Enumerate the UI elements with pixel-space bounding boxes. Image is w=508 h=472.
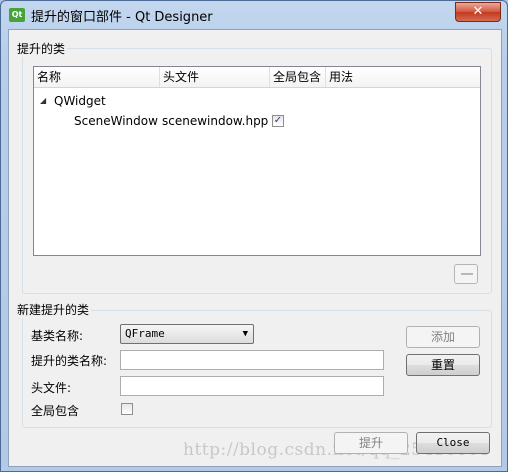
header-file-input[interactable] [120, 376, 384, 396]
tree-item-name: QWidget [54, 94, 106, 108]
column-header-header-file[interactable]: 头文件 [160, 67, 270, 87]
qt-designer-icon: Qt [9, 8, 25, 22]
promote-button[interactable]: 提升 [334, 432, 408, 454]
promoted-class-name-input[interactable] [120, 350, 384, 370]
window-title: 提升的窗口部件 - Qt Designer [31, 10, 213, 25]
base-class-value: QFrame [125, 327, 165, 340]
base-class-label: 基类名称: [31, 329, 84, 343]
global-include-checkbox[interactable]: ✓ [272, 115, 284, 127]
close-button[interactable]: Close [416, 432, 490, 454]
header-file-label: 头文件: [31, 381, 72, 395]
base-class-combobox[interactable]: QFrame ▼ [120, 324, 254, 344]
remove-promoted-class-button[interactable] [454, 264, 478, 284]
column-header-global-include[interactable]: 全局包含 [270, 67, 326, 87]
expand-arrow-icon[interactable]: ◢ [40, 91, 46, 111]
tree-item-name: SceneWindow [74, 114, 158, 128]
promoted-classes-group-title: 提升的类 [15, 40, 68, 57]
promoted-class-name-label: 提升的类名称: [31, 354, 108, 368]
global-include-new-checkbox[interactable] [121, 403, 133, 415]
promoted-classes-tree[interactable]: 名称 头文件 全局包含 用法 ◢ QWidget SceneWindow sce… [33, 66, 481, 256]
tree-row-qwidget[interactable]: ◢ QWidget [34, 91, 480, 111]
add-button[interactable]: 添加 [406, 326, 480, 348]
new-promoted-class-group-title: 新建提升的类 [15, 301, 92, 318]
column-header-usage[interactable]: 用法 [326, 67, 480, 87]
minus-icon [461, 273, 473, 275]
chevron-down-icon: ▼ [242, 329, 248, 339]
window-close-button[interactable]: ✕ [455, 2, 501, 22]
reset-button[interactable]: 重置 [406, 354, 480, 376]
tree-item-header-file: scenewindow.hpp [162, 114, 269, 128]
dialog-window: Qt 提升的窗口部件 - Qt Designer ✕ 提升的类 名称 头文件 全… [0, 0, 508, 472]
tree-row-scenewindow[interactable]: SceneWindow scenewindow.hpp ✓ [34, 111, 480, 131]
global-include-label: 全局包含 [31, 404, 80, 418]
dialog-client-area: 提升的类 名称 头文件 全局包含 用法 ◢ QWidget SceneWindo… [8, 29, 502, 467]
title-bar[interactable]: Qt 提升的窗口部件 - Qt Designer ✕ [1, 1, 507, 29]
column-header-name[interactable]: 名称 [34, 67, 160, 87]
tree-header: 名称 头文件 全局包含 用法 [34, 67, 480, 88]
